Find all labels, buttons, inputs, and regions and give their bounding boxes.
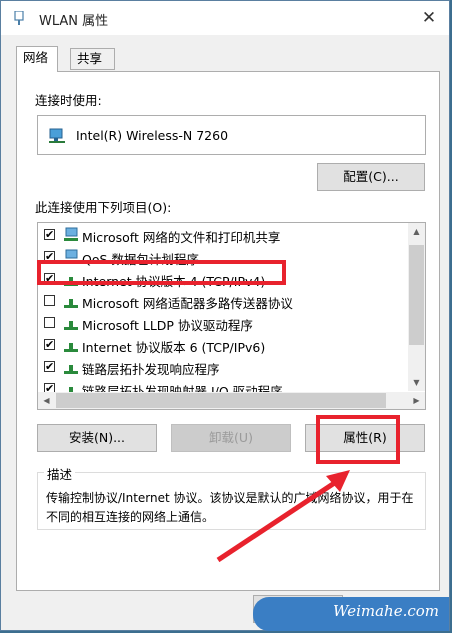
annotation-arrow-icon: [216, 470, 350, 563]
watermark-badge: Weimahe.com: [253, 597, 449, 631]
tab-network[interactable]: 网络: [16, 46, 58, 72]
watermark-text: Weimahe.com: [333, 602, 439, 620]
